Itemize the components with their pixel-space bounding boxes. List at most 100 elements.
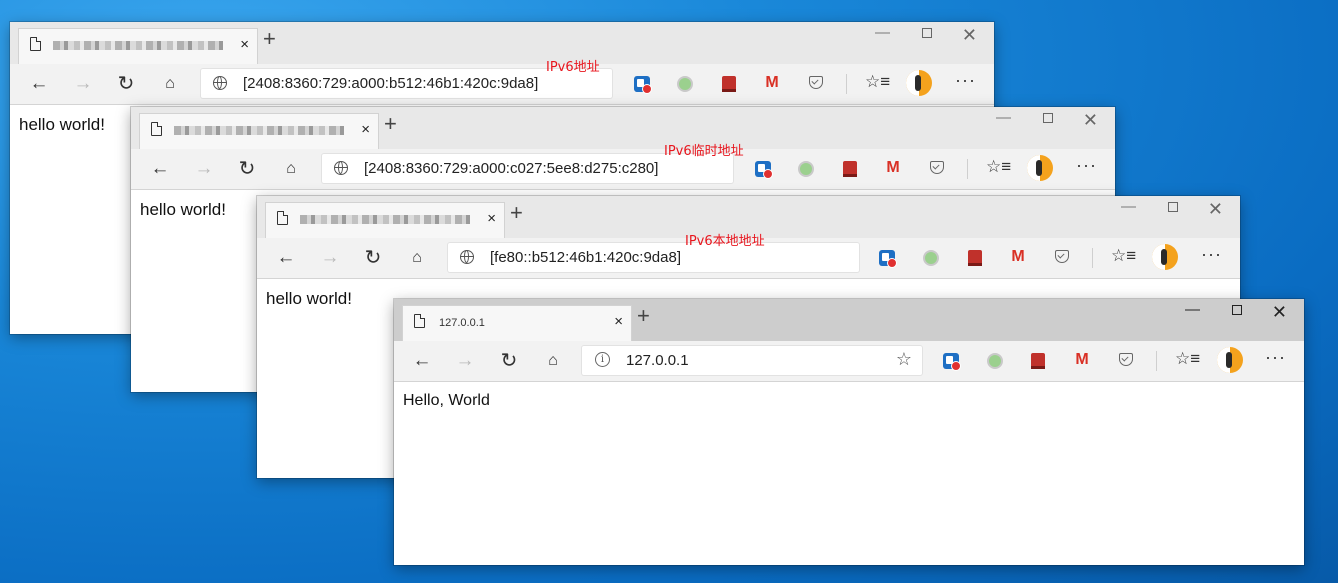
page-icon <box>277 211 288 225</box>
page-icon <box>414 314 425 328</box>
extension-icon[interactable] <box>968 250 982 266</box>
forward-button[interactable]: → <box>70 71 96 97</box>
tab-close-button[interactable]: × <box>614 313 623 330</box>
add-favorite-star-icon[interactable]: ☆ <box>896 349 912 370</box>
tab-close-button[interactable]: × <box>240 36 249 53</box>
titlebar: × + — ✕ <box>131 107 1115 149</box>
extension-icon[interactable] <box>923 250 939 266</box>
gmail-icon[interactable]: M <box>1074 352 1090 368</box>
address-bar[interactable]: i 127.0.0.1 ☆ <box>582 346 922 375</box>
maximize-button[interactable] <box>1043 113 1053 123</box>
close-window-button[interactable]: ✕ <box>962 25 977 46</box>
new-tab-button[interactable]: + <box>637 305 650 327</box>
profile-avatar[interactable] <box>1152 244 1178 270</box>
gmail-icon[interactable]: M <box>764 75 780 91</box>
toolbar: ← → ↻ ⌂ [2408:8360:729:a000:c027:5ee8:d2… <box>131 149 1115 190</box>
refresh-button[interactable]: ↻ <box>234 156 260 182</box>
favorites-icon[interactable]: ☆≡ <box>986 157 1011 177</box>
tab-title: 127.0.0.1 <box>439 317 485 329</box>
tab-title-blurred <box>174 126 344 135</box>
pocket-icon[interactable] <box>930 161 944 174</box>
back-button[interactable]: ← <box>147 156 173 182</box>
extension-icon[interactable] <box>1031 353 1045 369</box>
back-button[interactable]: ← <box>273 245 299 271</box>
tab[interactable]: × <box>18 28 258 64</box>
extension-icon[interactable] <box>987 353 1003 369</box>
home-button[interactable]: ⌂ <box>278 156 304 182</box>
new-tab-button[interactable]: + <box>384 113 397 135</box>
pocket-icon[interactable] <box>1055 250 1069 263</box>
more-options-button[interactable]: ··· <box>1076 155 1097 176</box>
back-button[interactable]: ← <box>26 71 52 97</box>
extension-icon[interactable] <box>722 76 736 92</box>
home-button[interactable]: ⌂ <box>404 245 430 271</box>
forward-button[interactable]: → <box>452 348 478 374</box>
url-text[interactable]: [2408:8360:729:a000:b512:46b1:420c:9da8] <box>243 75 538 92</box>
extension-icon[interactable] <box>843 161 857 177</box>
extension-icon[interactable] <box>943 353 961 371</box>
new-tab-button[interactable]: + <box>510 202 523 224</box>
minimize-button[interactable]: — <box>1121 198 1136 215</box>
minimize-button[interactable]: — <box>1185 301 1200 318</box>
back-button[interactable]: ← <box>409 348 435 374</box>
maximize-button[interactable] <box>1168 202 1178 212</box>
refresh-button[interactable]: ↻ <box>496 348 522 374</box>
profile-avatar[interactable] <box>1217 347 1243 373</box>
home-button[interactable]: ⌂ <box>540 348 566 374</box>
refresh-button[interactable]: ↻ <box>360 245 386 271</box>
titlebar: 127.0.0.1 × + — ✕ <box>394 299 1304 341</box>
minimize-button[interactable]: — <box>875 24 890 41</box>
close-window-button[interactable]: ✕ <box>1083 110 1098 131</box>
maximize-button[interactable] <box>1232 305 1242 315</box>
extension-icon[interactable] <box>634 76 652 94</box>
close-window-button[interactable]: ✕ <box>1272 302 1287 323</box>
favorites-icon[interactable]: ☆≡ <box>1175 349 1200 369</box>
tab[interactable]: × <box>265 202 505 238</box>
gmail-icon[interactable]: M <box>885 160 901 176</box>
annotation-ipv6-temporary-address: IPv6临时地址 <box>664 144 744 159</box>
page-icon <box>151 122 162 136</box>
forward-button[interactable]: → <box>317 245 343 271</box>
more-options-button[interactable]: ··· <box>1201 244 1222 265</box>
url-text[interactable]: [2408:8360:729:a000:c027:5ee8:d275:c280] <box>364 160 658 177</box>
extension-icon[interactable] <box>677 76 693 92</box>
extension-icon[interactable] <box>879 250 897 268</box>
more-options-button[interactable]: ··· <box>955 70 976 91</box>
tab-close-button[interactable]: × <box>361 121 370 138</box>
close-window-button[interactable]: ✕ <box>1208 199 1223 220</box>
page-icon <box>30 37 41 51</box>
globe-icon <box>213 76 227 90</box>
tab-close-button[interactable]: × <box>487 210 496 227</box>
extension-icon[interactable] <box>755 161 773 179</box>
tab[interactable]: 127.0.0.1 × <box>402 305 632 341</box>
url-text[interactable]: [fe80::b512:46b1:420c:9da8] <box>490 249 681 266</box>
pocket-icon[interactable] <box>1119 353 1133 366</box>
gmail-icon[interactable]: M <box>1010 249 1026 265</box>
minimize-button[interactable]: — <box>996 109 1011 126</box>
url-text[interactable]: 127.0.0.1 <box>626 352 689 369</box>
info-icon[interactable]: i <box>595 352 610 367</box>
divider <box>1092 248 1093 268</box>
divider <box>967 159 968 179</box>
globe-icon <box>460 250 474 264</box>
favorites-icon[interactable]: ☆≡ <box>865 72 890 92</box>
home-button[interactable]: ⌂ <box>157 71 183 97</box>
pocket-icon[interactable] <box>809 76 823 89</box>
new-tab-button[interactable]: + <box>263 28 276 50</box>
refresh-button[interactable]: ↻ <box>113 71 139 97</box>
toolbar: ← → ↻ ⌂ i 127.0.0.1 ☆ M ☆≡ ··· <box>394 341 1304 382</box>
divider <box>1156 351 1157 371</box>
address-bar[interactable]: [fe80::b512:46b1:420c:9da8] <box>448 243 859 272</box>
maximize-button[interactable] <box>922 28 932 38</box>
globe-icon <box>334 161 348 175</box>
extension-icon[interactable] <box>798 161 814 177</box>
annotation-ipv6-local-address: IPv6本地地址 <box>685 234 765 249</box>
tab[interactable]: × <box>139 113 379 149</box>
more-options-button[interactable]: ··· <box>1265 347 1286 368</box>
profile-avatar[interactable] <box>906 70 932 96</box>
forward-button[interactable]: → <box>191 156 217 182</box>
favorites-icon[interactable]: ☆≡ <box>1111 246 1136 266</box>
titlebar: × + — ✕ <box>10 22 994 64</box>
profile-avatar[interactable] <box>1027 155 1053 181</box>
browser-window-4: 127.0.0.1 × + — ✕ ← → ↻ ⌂ i 127.0.0.1 ☆ … <box>394 299 1304 565</box>
